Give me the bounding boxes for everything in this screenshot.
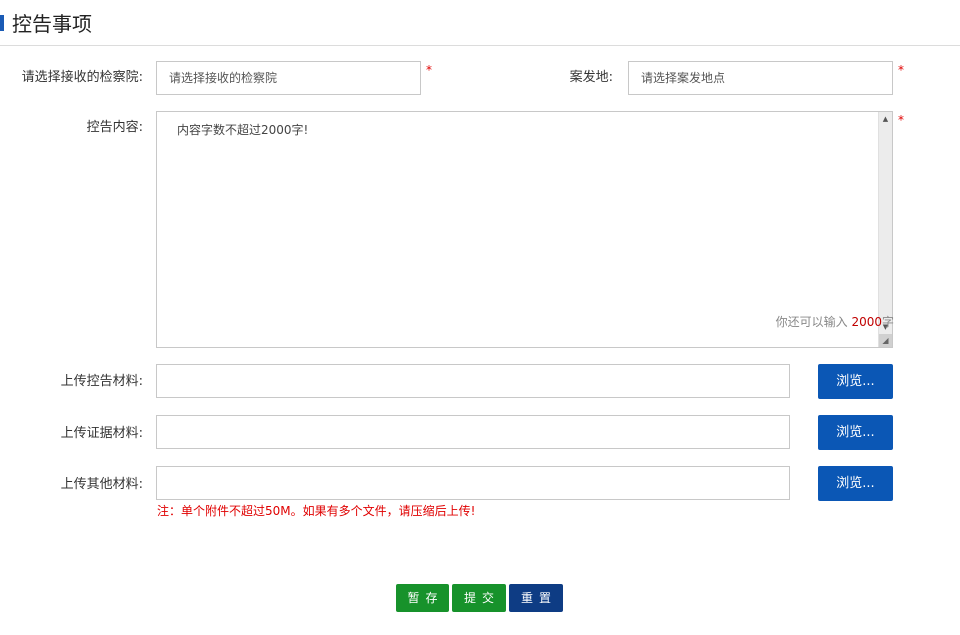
triangle-up-icon[interactable]: ▲ xyxy=(879,113,892,125)
upload-note: 注：单个附件不超过50M。如果有多个文件，请压缩后上传! xyxy=(157,504,476,518)
upload-other-input[interactable] xyxy=(156,466,790,500)
required-mark: * xyxy=(898,63,904,77)
page-title: 控告事项 xyxy=(12,12,92,36)
procuratorate-select[interactable]: 请选择接收的检察院 xyxy=(156,61,421,95)
upload-complaint-label: 上传控告材料: xyxy=(60,374,143,389)
browse-evidence-button[interactable]: 浏览... xyxy=(818,415,893,450)
location-select[interactable]: 请选择案发地点 xyxy=(628,61,893,95)
submit-button[interactable]: 提交 xyxy=(452,584,506,612)
content-text: 内容字数不超过2000字! xyxy=(177,123,309,137)
content-textarea[interactable]: 内容字数不超过2000字! ▲ ▼ ◢ 你还可以输入 2000字 xyxy=(156,111,894,348)
char-counter: 你还可以输入 2000字 xyxy=(776,313,894,330)
upload-evidence-input[interactable] xyxy=(156,415,790,449)
resize-grip-icon[interactable]: ◢ xyxy=(879,334,892,347)
upload-complaint-input[interactable] xyxy=(156,364,790,398)
save-draft-button[interactable]: 暂存 xyxy=(396,584,449,612)
page-header: 控告事项 xyxy=(0,0,960,46)
content-label: 控告内容: xyxy=(86,120,143,135)
upload-evidence-label: 上传证据材料: xyxy=(60,426,143,441)
title-accent-bar xyxy=(0,15,4,31)
textarea-scrollbar[interactable]: ▲ ▼ ◢ xyxy=(878,112,892,347)
browse-complaint-button[interactable]: 浏览... xyxy=(818,364,893,399)
counter-value: 2000 xyxy=(851,315,882,329)
required-mark: * xyxy=(426,63,432,77)
counter-prefix: 你还可以输入 xyxy=(775,315,848,329)
upload-other-label: 上传其他材料: xyxy=(60,477,143,492)
required-mark: * xyxy=(898,113,904,127)
browse-other-button[interactable]: 浏览... xyxy=(818,466,893,501)
counter-suffix: 字 xyxy=(881,315,894,329)
reset-button[interactable]: 重置 xyxy=(509,584,563,612)
procuratorate-label: 请选择接收的检察院: xyxy=(21,70,143,85)
location-label: 案发地: xyxy=(569,70,613,85)
